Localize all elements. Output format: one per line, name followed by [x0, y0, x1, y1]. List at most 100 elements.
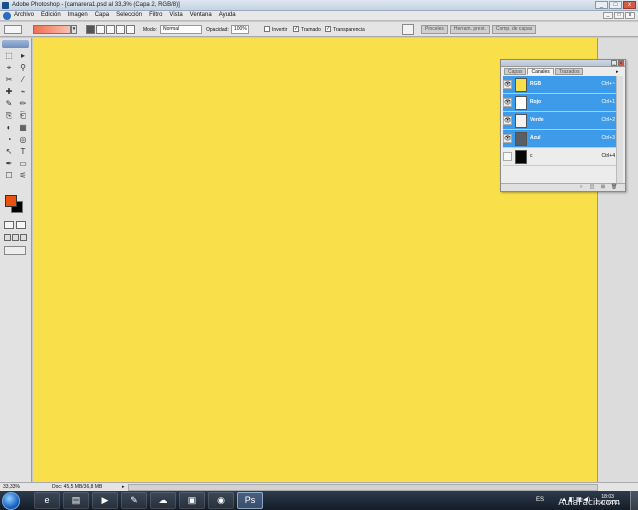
- language-indicator[interactable]: ES: [536, 497, 544, 503]
- crop-tool-icon[interactable]: ✂: [3, 74, 15, 85]
- brush-tool-icon[interactable]: ⌁: [17, 86, 29, 97]
- reflected-gradient-icon[interactable]: [116, 25, 125, 34]
- file-browser-icon[interactable]: [402, 24, 414, 35]
- trash-icon[interactable]: 🗑: [611, 185, 617, 190]
- channel-row-c[interactable]: 👁 c Ctrl+4: [503, 148, 617, 166]
- magic-wand-tool-icon[interactable]: ⚲: [17, 62, 29, 73]
- channel-row-rojo[interactable]: 👁 Rojo Ctrl+1: [503, 94, 617, 112]
- tab-pinceles[interactable]: Pinceles: [421, 25, 448, 34]
- lasso-tool-icon[interactable]: ⌖: [3, 62, 15, 73]
- display-app-icon[interactable]: ▣: [179, 492, 205, 509]
- visibility-eye-icon[interactable]: 👁: [503, 116, 512, 125]
- tab-canales[interactable]: Canales: [527, 68, 554, 75]
- menu-imagen[interactable]: Imagen: [68, 12, 88, 18]
- transparency-checkbox[interactable]: ✓: [325, 26, 331, 32]
- opacity-field[interactable]: 100%: [231, 25, 249, 34]
- eyedropper-tool-icon[interactable]: ▭: [17, 158, 29, 169]
- menu-vista[interactable]: Vista: [169, 12, 182, 18]
- file-explorer-icon[interactable]: ▤: [63, 492, 89, 509]
- minimize-button[interactable]: _: [595, 1, 608, 9]
- photoshop-taskbar-icon[interactable]: Ps: [237, 492, 263, 509]
- save-selection-as-channel-icon[interactable]: ◫: [589, 185, 595, 190]
- linear-gradient-icon[interactable]: [86, 25, 95, 34]
- history-brush-tool-icon[interactable]: ✏: [17, 98, 29, 109]
- blur-tool-icon[interactable]: ◐: [3, 122, 15, 133]
- channel-row-azul[interactable]: 👁 Azul Ctrl+3: [503, 130, 617, 148]
- mode-select[interactable]: Normal: [160, 25, 202, 34]
- doc-minimize-button[interactable]: _: [603, 12, 613, 19]
- gradient-tool-icon[interactable]: ⎗: [17, 110, 29, 121]
- menu-edicion[interactable]: Edición: [41, 12, 61, 18]
- load-channel-as-selection-icon[interactable]: ○: [578, 185, 584, 190]
- notes-tool-icon[interactable]: ✒: [3, 158, 15, 169]
- marquee-tool-icon[interactable]: ⬚: [3, 50, 15, 61]
- doc-restore-button[interactable]: □: [614, 12, 624, 19]
- menu-ventana[interactable]: Ventana: [190, 12, 212, 18]
- diamond-gradient-icon[interactable]: [126, 25, 135, 34]
- pen-tool-icon[interactable]: ↖: [3, 146, 15, 157]
- healing-brush-tool-icon[interactable]: ✚: [3, 86, 15, 97]
- doc-close-button[interactable]: x: [625, 12, 635, 19]
- jump-to-imageready-button[interactable]: [4, 246, 26, 255]
- dither-checkbox[interactable]: ✓: [293, 26, 299, 32]
- panel-scrollbar[interactable]: [616, 76, 623, 185]
- panel-menu-icon[interactable]: ▸: [616, 69, 622, 75]
- messenger-icon[interactable]: ☁: [150, 492, 176, 509]
- close-button[interactable]: x: [623, 1, 636, 9]
- visibility-eye-icon[interactable]: 👁: [503, 134, 512, 143]
- paint-icon[interactable]: ✎: [121, 492, 147, 509]
- maximize-button[interactable]: □: [609, 1, 622, 9]
- menu-ayuda[interactable]: Ayuda: [219, 12, 236, 18]
- tab-herramientas-preestablecidas[interactable]: Herram. prest.: [449, 25, 490, 34]
- media-player-icon[interactable]: ▶: [92, 492, 118, 509]
- hand-tool-icon[interactable]: ☐: [3, 170, 15, 181]
- start-button[interactable]: [2, 492, 20, 510]
- menu-seleccion[interactable]: Selección: [116, 12, 142, 18]
- panel-minimize-button[interactable]: _: [611, 60, 617, 66]
- channel-row-rgb[interactable]: 👁 RGB Ctrl+~: [503, 76, 617, 94]
- panel-titlebar[interactable]: [501, 60, 625, 67]
- visibility-eye-icon[interactable]: 👁: [503, 152, 512, 161]
- new-channel-icon[interactable]: ⊞: [600, 185, 606, 190]
- gradient-dropdown-icon[interactable]: ▾: [71, 25, 77, 34]
- show-desktop-button[interactable]: [630, 491, 638, 510]
- eraser-tool-icon[interactable]: ⎘: [3, 110, 15, 121]
- standard-mode-icon[interactable]: [4, 221, 14, 229]
- status-menu-arrow-icon[interactable]: ▸: [122, 484, 125, 490]
- dodge-tool-icon[interactable]: ▦: [17, 122, 29, 133]
- toolbox-header[interactable]: [2, 40, 29, 48]
- slice-tool-icon[interactable]: ⁄: [17, 74, 29, 85]
- menu-capa[interactable]: Capa: [95, 12, 109, 18]
- quick-mask-mode-icon[interactable]: [16, 221, 26, 229]
- foreground-color-swatch[interactable]: [5, 195, 17, 207]
- tab-capas[interactable]: Capas: [504, 68, 527, 75]
- shape-tool-icon[interactable]: T: [17, 146, 29, 157]
- invert-checkbox[interactable]: [264, 26, 270, 32]
- move-tool-icon[interactable]: ▸: [17, 50, 29, 61]
- standard-screen-mode-icon[interactable]: [4, 234, 11, 241]
- angle-gradient-icon[interactable]: [106, 25, 115, 34]
- menu-archivo[interactable]: Archivo: [14, 12, 34, 18]
- app-menu-icon[interactable]: [3, 12, 11, 20]
- horizontal-scrollbar[interactable]: [128, 484, 598, 491]
- panel-close-button[interactable]: x: [618, 60, 624, 66]
- full-screen-mode-icon[interactable]: [20, 234, 27, 241]
- type-tool-icon[interactable]: ◎: [17, 134, 29, 145]
- clone-stamp-tool-icon[interactable]: ✎: [3, 98, 15, 109]
- tool-preset-picker[interactable]: [4, 25, 22, 34]
- menu-filtro[interactable]: Filtro: [149, 12, 162, 18]
- gradient-picker[interactable]: [33, 25, 71, 34]
- full-screen-menu-mode-icon[interactable]: [12, 234, 19, 241]
- chrome-icon[interactable]: ◉: [208, 492, 234, 509]
- radial-gradient-icon[interactable]: [96, 25, 105, 34]
- visibility-eye-icon[interactable]: 👁: [503, 98, 512, 107]
- internet-explorer-icon[interactable]: e: [34, 492, 60, 509]
- zoom-tool-icon[interactable]: ⚟: [17, 170, 29, 181]
- zoom-level[interactable]: 33,33%: [3, 484, 20, 490]
- channel-row-verde[interactable]: 👁 Verde Ctrl+2: [503, 112, 617, 130]
- visibility-eye-icon[interactable]: 👁: [503, 80, 512, 89]
- tab-composiciones-de-capas[interactable]: Comp. de capas: [491, 25, 537, 34]
- mode-label: Modo:: [143, 27, 157, 33]
- tab-trazados[interactable]: Trazados: [554, 68, 584, 75]
- path-selection-tool-icon[interactable]: ◔: [3, 134, 15, 145]
